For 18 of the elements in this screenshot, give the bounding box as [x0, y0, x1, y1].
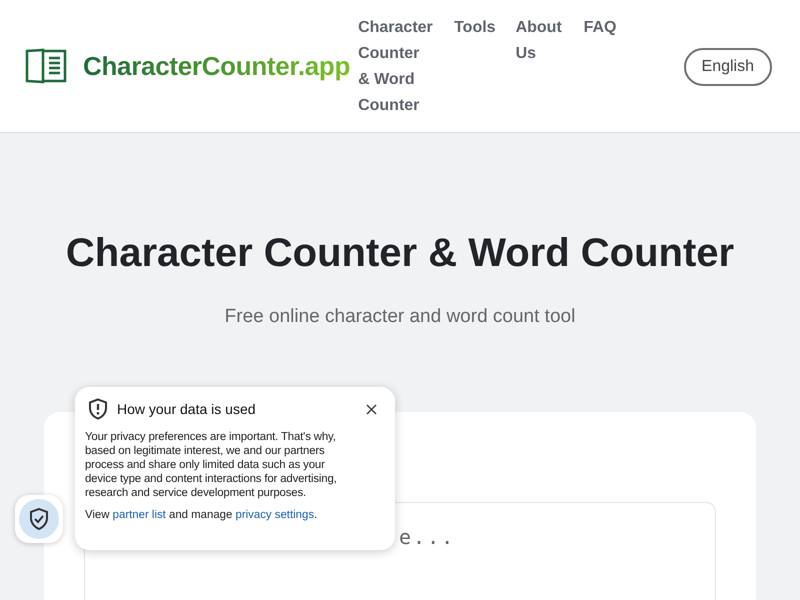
shield-check-icon [28, 507, 50, 531]
language-button[interactable]: English [684, 48, 772, 86]
input-placeholder: e... [399, 525, 456, 549]
popup-link[interactable]: privacy settings [236, 509, 314, 521]
shield-alert-icon [88, 398, 108, 420]
nav-link[interactable]: FAQ [584, 15, 616, 119]
popup-link[interactable]: partner list [112, 509, 166, 521]
page-title: Character Counter & Word Counter [66, 231, 734, 276]
page-subtitle: Free online character and word count tool [224, 306, 576, 328]
book-icon [25, 48, 67, 84]
nav-link[interactable]: Character Counter & Word Counter [358, 15, 434, 119]
nav-link[interactable]: Tools [454, 15, 496, 119]
popup-footer-text: View partner list and manage privacy settings. [85, 509, 318, 521]
nav-link[interactable]: About Us [516, 15, 564, 119]
popup-title: How your data is used [117, 401, 256, 417]
popup-text: Your privacy preferences are important. That's why, based on legitimate interest, we and our partners process and share only limited data such as your device type and content interactions for advertising, research and service development purposes. [85, 430, 338, 500]
close-icon[interactable] [366, 404, 377, 414]
privacy-button[interactable] [15, 495, 63, 543]
